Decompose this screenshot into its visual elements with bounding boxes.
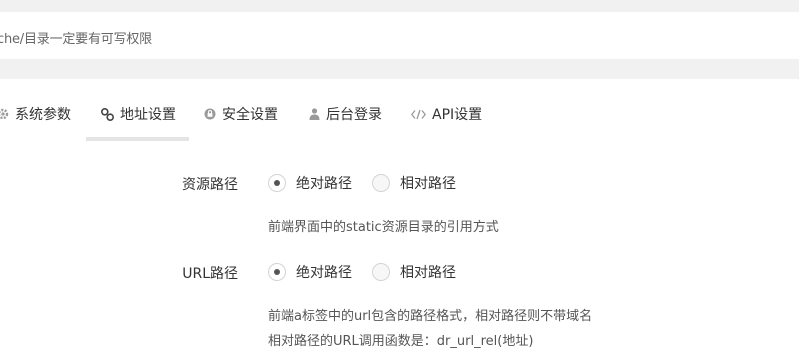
code-icon [411, 109, 426, 119]
url-path-absolute-radio[interactable]: 绝对路径 [268, 262, 352, 282]
tab-label: 地址设置 [120, 107, 176, 123]
resource-path-absolute-radio[interactable]: 绝对路径 [268, 173, 352, 193]
radio-label: 绝对路径 [296, 265, 352, 281]
lock-icon [204, 108, 216, 120]
link-icon [101, 107, 114, 121]
resource-path-help: 前端界面中的static资源目录的引用方式 [268, 220, 499, 235]
radio-label: 相对路径 [400, 176, 456, 192]
radio-circle-unchecked [372, 263, 390, 281]
radio-label: 相对路径 [400, 265, 456, 281]
tab-label: 系统参数 [15, 107, 71, 123]
tab-api-settings[interactable]: API设置 [411, 103, 482, 125]
user-icon [309, 108, 320, 120]
tab-system-params[interactable]: 系统参数 [0, 103, 71, 125]
active-tab-indicator [86, 137, 189, 141]
url-path-label: URL路径 [182, 266, 238, 282]
resource-path-label: 资源路径 [182, 177, 238, 193]
resource-path-relative-radio[interactable]: 相对路径 [372, 173, 456, 193]
notice-text: che/目录一定要有可写权限 [0, 32, 152, 47]
radio-circle-checked [268, 263, 286, 281]
url-path-help-line1: 前端a标签中的url包含的路径格式，相对路径则不带域名 [268, 309, 593, 324]
url-path-help-line2: 相对路径的URL调用函数是：dr_url_rel(地址) [268, 334, 534, 349]
tab-security-settings[interactable]: 安全设置 [204, 103, 278, 125]
notice-bar: che/目录一定要有可写权限 [0, 12, 799, 59]
tab-address-settings[interactable]: 地址设置 [101, 103, 176, 125]
gear-icon [0, 108, 9, 120]
radio-circle-unchecked [372, 174, 390, 192]
tab-admin-login[interactable]: 后台登录 [309, 103, 382, 125]
url-path-relative-radio[interactable]: 相对路径 [372, 262, 456, 282]
tab-label: API设置 [432, 107, 483, 123]
tab-label: 安全设置 [222, 107, 278, 123]
settings-panel: 系统参数 地址设置 安全设置 后台登录 API设置 资源路径 绝对路径 相对路径… [0, 79, 799, 362]
tab-bar: 系统参数 地址设置 安全设置 后台登录 API设置 [0, 79, 799, 141]
radio-circle-checked [268, 174, 286, 192]
tab-label: 后台登录 [326, 107, 382, 123]
radio-label: 绝对路径 [296, 176, 352, 192]
